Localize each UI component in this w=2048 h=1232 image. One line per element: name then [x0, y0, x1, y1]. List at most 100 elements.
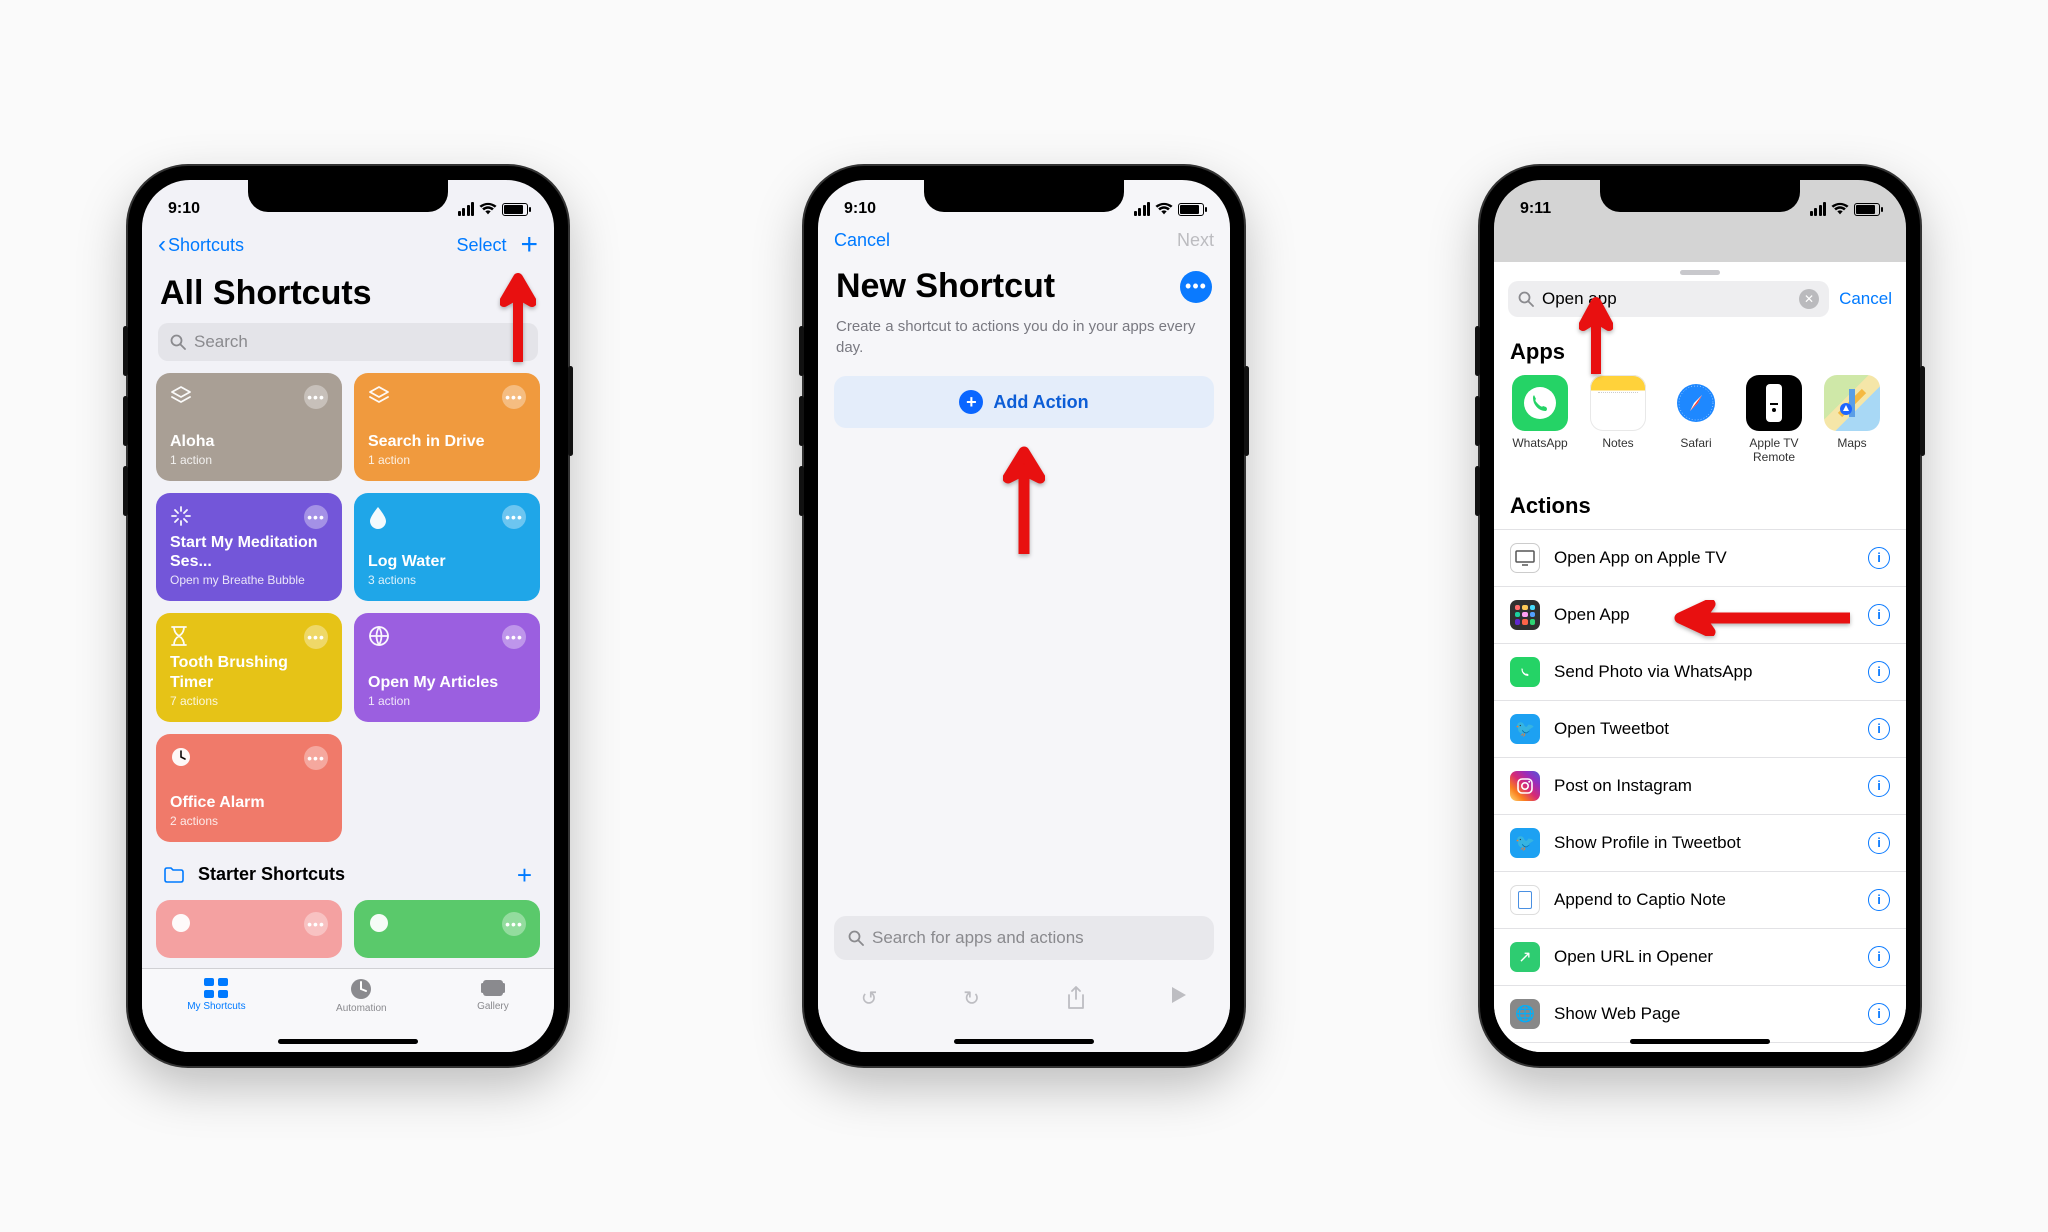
- back-button[interactable]: ‹ Shortcuts: [158, 231, 244, 259]
- tile-menu-button[interactable]: •••: [502, 625, 526, 649]
- shortcut-tile[interactable]: •••Tooth Brushing Timer7 actions: [156, 613, 342, 721]
- signal-icon: [1134, 202, 1151, 216]
- shortcut-tile[interactable]: •••Search in Drive1 action: [354, 373, 540, 481]
- home-indicator[interactable]: [954, 1039, 1094, 1044]
- tile-menu-button[interactable]: •••: [304, 385, 328, 409]
- search-input[interactable]: Search: [158, 323, 538, 361]
- shortcut-tile[interactable]: •••Open My Articles1 action: [354, 613, 540, 721]
- action-row[interactable]: 🐦Open Tweetboti: [1494, 701, 1906, 758]
- gallery-tab-icon: [480, 977, 506, 999]
- app-item[interactable]: Maps: [1820, 375, 1884, 465]
- search-input[interactable]: Open app ✕: [1508, 281, 1829, 317]
- action-sheet: Open app ✕ Cancel Apps WhatsAppNotesSafa…: [1494, 262, 1906, 1052]
- app-item[interactable]: Safari: [1664, 375, 1728, 465]
- tile-menu-button[interactable]: •••: [304, 912, 328, 936]
- info-button[interactable]: i: [1868, 832, 1890, 854]
- tile-menu-button[interactable]: •••: [304, 625, 328, 649]
- tile-menu-button[interactable]: •••: [304, 746, 328, 770]
- undo-button[interactable]: ↺: [861, 986, 878, 1011]
- tile-menu-button[interactable]: •••: [502, 505, 526, 529]
- select-button[interactable]: Select: [456, 235, 506, 256]
- plus-circle-icon: +: [959, 390, 983, 414]
- tile-title: Aloha: [170, 432, 328, 451]
- action-row[interactable]: 🐦Show Profile in Tweetboti: [1494, 815, 1906, 872]
- back-label: Shortcuts: [168, 235, 244, 256]
- play-button[interactable]: [1171, 986, 1187, 1004]
- battery-icon: [502, 203, 528, 216]
- app-label: Apple TV Remote: [1742, 437, 1806, 465]
- app-icon: [1590, 375, 1646, 431]
- device-notch: [924, 180, 1124, 212]
- action-search-input[interactable]: Search for apps and actions: [834, 916, 1214, 960]
- tile-menu-button[interactable]: •••: [304, 505, 328, 529]
- device-notch: [248, 180, 448, 212]
- cancel-button[interactable]: Cancel: [834, 230, 890, 251]
- home-indicator[interactable]: [278, 1039, 418, 1044]
- action-label: Show Web Page: [1554, 1004, 1680, 1024]
- info-button[interactable]: i: [1868, 718, 1890, 740]
- tile-menu-button[interactable]: •••: [502, 385, 526, 409]
- shortcut-tile[interactable]: •••Aloha1 action: [156, 373, 342, 481]
- more-options-button[interactable]: •••: [1180, 271, 1212, 303]
- page-title: All Shortcuts: [142, 268, 554, 323]
- shortcuts-tab-icon: [203, 977, 229, 999]
- info-button[interactable]: i: [1868, 661, 1890, 683]
- sheet-grabber[interactable]: [1680, 270, 1720, 275]
- tile-title: Search in Drive: [368, 432, 526, 451]
- app-item[interactable]: Apple TV Remote: [1742, 375, 1806, 465]
- action-row[interactable]: Send Photo via WhatsApp i: [1494, 644, 1906, 701]
- tile-title: Office Alarm: [170, 793, 328, 812]
- share-button[interactable]: [1066, 986, 1086, 1010]
- action-label: Open URL in Opener: [1554, 947, 1713, 967]
- action-row[interactable]: Open App on Apple TVi: [1494, 530, 1906, 587]
- wifi-icon: [1831, 202, 1849, 216]
- cancel-button[interactable]: Cancel: [1839, 289, 1892, 309]
- annotation-arrow-down: [1579, 294, 1613, 374]
- add-shortcut-button[interactable]: +: [520, 230, 538, 260]
- action-row[interactable]: Post on Instagrami: [1494, 758, 1906, 815]
- status-time: 9:10: [844, 200, 876, 218]
- tile-icon: [368, 625, 390, 653]
- shortcut-tile[interactable]: •••: [156, 900, 342, 958]
- redo-button[interactable]: ↻: [963, 986, 980, 1011]
- action-label: Send Photo via WhatsApp: [1554, 662, 1752, 682]
- page-subtitle: Create a shortcut to actions you do in y…: [818, 312, 1230, 376]
- info-button[interactable]: i: [1868, 1003, 1890, 1025]
- shortcut-tile[interactable]: •••Office Alarm2 actions: [156, 734, 342, 842]
- tile-menu-button[interactable]: •••: [502, 912, 526, 936]
- info-button[interactable]: i: [1868, 604, 1890, 626]
- automation-tab-icon: [349, 977, 373, 1001]
- info-button[interactable]: i: [1868, 946, 1890, 968]
- info-button[interactable]: i: [1868, 889, 1890, 911]
- add-to-folder-button[interactable]: +: [517, 862, 532, 888]
- app-item[interactable]: WhatsApp: [1508, 375, 1572, 465]
- tile-title: Start My Meditation Ses...: [170, 533, 328, 571]
- action-row[interactable]: Append to Captio Notei: [1494, 872, 1906, 929]
- action-row[interactable]: ↗Open URL in Openeri: [1494, 929, 1906, 986]
- app-icon: [1824, 375, 1880, 431]
- app-label: WhatsApp: [1512, 437, 1567, 451]
- app-icon: [1746, 375, 1802, 431]
- annotation-arrow-left: [1670, 600, 1850, 636]
- clear-search-button[interactable]: ✕: [1799, 289, 1819, 309]
- nav-bar: ‹ Shortcuts Select +: [142, 224, 554, 268]
- app-icon: [1668, 375, 1724, 431]
- next-button[interactable]: Next: [1177, 230, 1214, 251]
- chevron-left-icon: ‹: [158, 231, 166, 259]
- info-button[interactable]: i: [1868, 547, 1890, 569]
- tile-icon: [170, 912, 192, 940]
- app-item[interactable]: Notes: [1586, 375, 1650, 465]
- shortcut-tile[interactable]: •••: [354, 900, 540, 958]
- shortcut-tile[interactable]: •••Start My Meditation Ses...Open my Bre…: [156, 493, 342, 601]
- tile-title: Tooth Brushing Timer: [170, 653, 328, 691]
- shortcut-tile[interactable]: •••Log Water3 actions: [354, 493, 540, 601]
- tab-gallery[interactable]: Gallery: [477, 977, 509, 1052]
- info-button[interactable]: i: [1868, 775, 1890, 797]
- tab-my-shortcuts[interactable]: My Shortcuts: [187, 977, 245, 1052]
- add-action-button[interactable]: + Add Action: [834, 376, 1214, 428]
- folder-row[interactable]: Starter Shortcuts: [164, 864, 345, 885]
- home-indicator[interactable]: [1630, 1039, 1770, 1044]
- action-row[interactable]: 🌐Show Web Pagei: [1494, 986, 1906, 1043]
- search-icon: [848, 930, 864, 946]
- phone-all-shortcuts: 9:10 ‹ Shortcuts Select + All Shortcuts …: [128, 166, 568, 1066]
